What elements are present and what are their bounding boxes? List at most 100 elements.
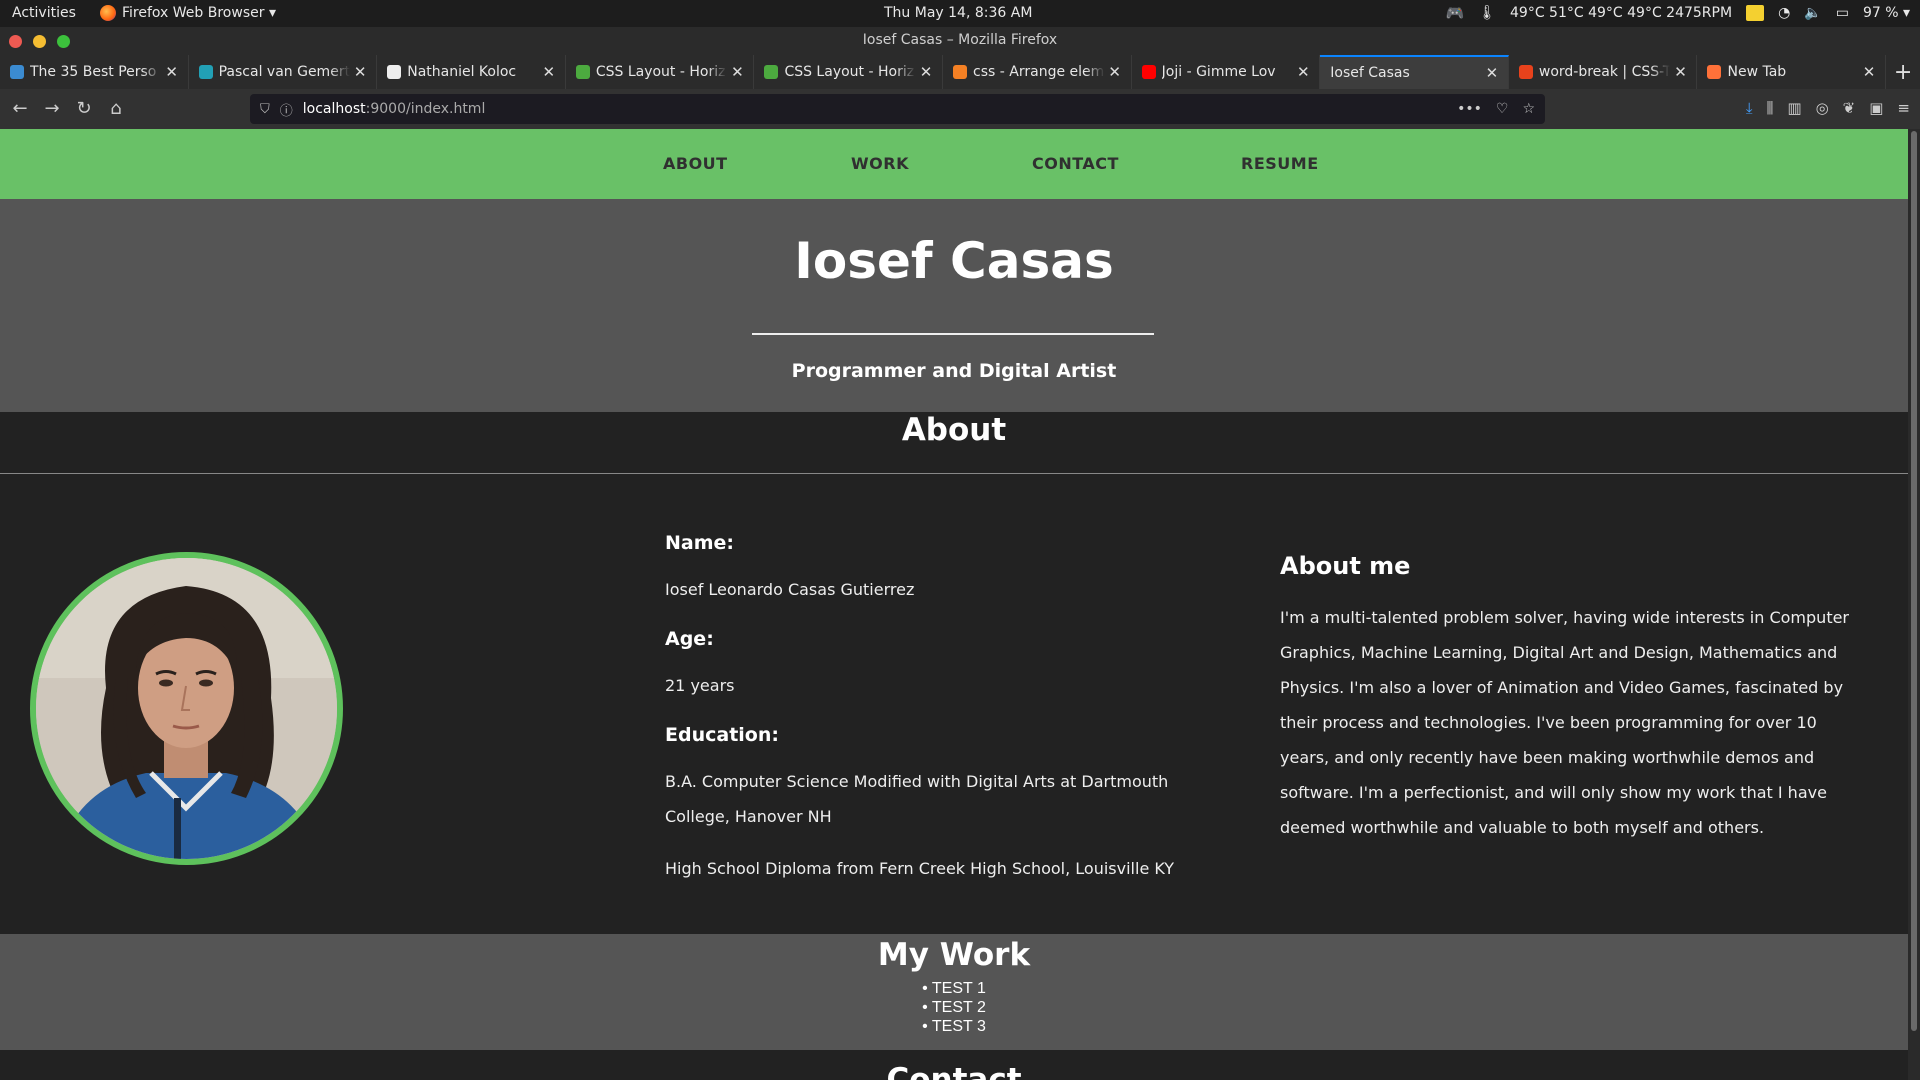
- account-icon[interactable]: ◎: [1816, 99, 1829, 117]
- window-titlebar: Iosef Casas – Mozilla Firefox: [0, 27, 1920, 55]
- browser-tab[interactable]: Nathaniel Koloc ✕: [377, 55, 566, 89]
- app-menu-label: Firefox Web Browser ▾: [122, 5, 276, 21]
- tab-label: CSS Layout - Horiz: [784, 64, 915, 80]
- about-section: About Name: Iosef Leonardo Casas Gutierr…: [0, 412, 1908, 934]
- bookmark-star-icon[interactable]: ☆: [1522, 101, 1535, 117]
- tab-label: Iosef Casas: [1330, 65, 1410, 81]
- profile-photo: [30, 552, 343, 865]
- about-me-heading: About me: [1280, 552, 1411, 580]
- tab-close-icon[interactable]: ✕: [1859, 63, 1879, 81]
- browser-tab[interactable]: The 35 Best Perso ✕: [0, 55, 189, 89]
- tab-close-icon[interactable]: ✕: [727, 63, 747, 81]
- extension-2-icon[interactable]: ▣: [1869, 99, 1883, 117]
- activities-button[interactable]: Activities: [12, 5, 76, 21]
- nav-work-link[interactable]: WORK: [851, 154, 909, 173]
- pocket-icon[interactable]: ♡: [1496, 101, 1509, 117]
- hero-divider: [752, 333, 1154, 335]
- contact-heading: Contact: [886, 1062, 1022, 1080]
- hamburger-menu-icon[interactable]: ≡: [1897, 99, 1910, 117]
- nav-about-link[interactable]: ABOUT: [663, 154, 728, 173]
- page-viewport: ABOUT WORK CONTACT RESUME Iosef Casas Pr…: [0, 129, 1908, 1080]
- reload-icon[interactable]: ↻: [72, 97, 96, 121]
- browser-tab[interactable]: CSS Layout - Horiz ✕: [754, 55, 944, 89]
- browser-tab[interactable]: Iosef Casas ✕: [1320, 55, 1509, 89]
- hero-subtitle: Programmer and Digital Artist: [791, 360, 1117, 382]
- firefox-icon: [100, 5, 116, 21]
- downloads-icon[interactable]: ⤓: [1746, 99, 1753, 117]
- tab-close-icon[interactable]: ✕: [539, 63, 559, 81]
- browser-tab[interactable]: Joji - Gimme Lov ✕: [1132, 55, 1321, 89]
- work-list: TEST 1 TEST 2 TEST 3: [0, 979, 1908, 1036]
- url-path: :9000/index.html: [365, 101, 486, 117]
- tab-close-icon[interactable]: ✕: [1293, 63, 1313, 81]
- sidebar-icon[interactable]: ▥: [1787, 99, 1801, 117]
- browser-tab[interactable]: New Tab ✕: [1697, 55, 1887, 89]
- url-host: localhost: [302, 101, 366, 117]
- browser-tab[interactable]: Pascal van Gemert ✕: [189, 55, 378, 89]
- browser-tab[interactable]: word-break | CSS-T ✕: [1509, 55, 1698, 89]
- nav-contact-link[interactable]: CONTACT: [1032, 154, 1119, 173]
- tab-favicon-icon: [387, 65, 402, 79]
- tab-label: Nathaniel Koloc: [407, 64, 517, 80]
- contact-section: Contact: [0, 1050, 1908, 1080]
- navigation-toolbar: ← → ↻ ⌂ ⛉ ⓘ localhost:9000/index.html ••…: [0, 89, 1920, 129]
- page-actions-icon[interactable]: •••: [1457, 101, 1482, 117]
- tab-favicon-icon: [1707, 65, 1722, 79]
- system-tray: 🎮 🌡 49°C 51°C 49°C 49°C 2475RPM ◔ 🔈 ▭ 97…: [1446, 4, 1910, 22]
- battery-level[interactable]: 97 % ▾: [1863, 5, 1910, 21]
- nav-resume-link[interactable]: RESUME: [1241, 154, 1319, 173]
- library-icon[interactable]: ⫼: [1766, 99, 1773, 117]
- battery-icon[interactable]: ▭: [1836, 5, 1849, 21]
- sensor-readout[interactable]: 49°C 51°C 49°C 49°C 2475RPM: [1510, 5, 1732, 21]
- tab-close-icon[interactable]: ✕: [162, 63, 182, 81]
- list-item: TEST 1: [0, 979, 1908, 998]
- new-tab-icon[interactable]: +: [1886, 55, 1920, 89]
- tab-close-icon[interactable]: ✕: [350, 63, 370, 81]
- tab-favicon-icon: [953, 65, 968, 79]
- browser-tab[interactable]: CSS Layout - Horiz ✕: [566, 55, 755, 89]
- name-label: Name:: [665, 532, 735, 554]
- list-item: TEST 2: [0, 998, 1908, 1017]
- education-label: Education:: [665, 724, 779, 746]
- age-label: Age:: [665, 628, 714, 650]
- tab-label: CSS Layout - Horiz: [595, 64, 726, 80]
- back-icon[interactable]: ←: [8, 97, 32, 121]
- wifi-icon[interactable]: ◔: [1778, 5, 1790, 21]
- volume-icon[interactable]: 🔈: [1804, 5, 1821, 21]
- url-bar[interactable]: ⛉ ⓘ localhost:9000/index.html ••• ♡ ☆: [250, 94, 1545, 124]
- about-heading: About: [901, 412, 1007, 448]
- work-section: My Work TEST 1 TEST 2 TEST 3: [0, 934, 1908, 1050]
- notes-icon[interactable]: [1746, 5, 1765, 21]
- system-top-bar: Activities Firefox Web Browser ▾ Thu May…: [0, 0, 1920, 27]
- home-icon[interactable]: ⌂: [104, 97, 128, 121]
- discord-icon[interactable]: 🎮: [1446, 4, 1465, 22]
- tab-favicon-icon: [10, 65, 24, 79]
- tab-label: Joji - Gimme Lov: [1161, 64, 1276, 80]
- extension-icon[interactable]: ❦: [1843, 99, 1856, 117]
- tab-close-icon[interactable]: ✕: [1670, 63, 1690, 81]
- education-item: High School Diploma from Fern Creek High…: [665, 859, 1175, 878]
- clock[interactable]: Thu May 14, 8:36 AM: [884, 5, 1032, 21]
- tab-close-icon[interactable]: ✕: [1105, 63, 1125, 81]
- about-me: About me I'm a multi-talented problem so…: [1280, 552, 1870, 845]
- tab-close-icon[interactable]: ✕: [1482, 64, 1502, 82]
- tracking-shield-icon[interactable]: ⛉: [260, 102, 270, 117]
- app-menu[interactable]: Firefox Web Browser ▾: [100, 5, 276, 21]
- tab-favicon-icon: [764, 65, 779, 79]
- url-text[interactable]: localhost:9000/index.html: [303, 101, 486, 117]
- browser-tab[interactable]: css - Arrange elem ✕: [943, 55, 1132, 89]
- page-scrollbar[interactable]: [1908, 129, 1920, 1080]
- age-value: 21 years: [665, 676, 735, 695]
- work-heading: My Work: [877, 937, 1031, 973]
- forward-icon[interactable]: →: [40, 97, 64, 121]
- portrait-illustration: [36, 558, 337, 859]
- site-info-icon[interactable]: ⓘ: [280, 100, 293, 119]
- tab-favicon-icon: [198, 65, 213, 79]
- list-item: TEST 3: [0, 1017, 1908, 1036]
- education-item: B.A. Computer Science Modified with Digi…: [665, 772, 1169, 826]
- name-value: Iosef Leonardo Casas Gutierrez: [665, 580, 915, 599]
- about-divider: [0, 473, 1908, 474]
- tab-close-icon[interactable]: ✕: [916, 63, 936, 81]
- about-me-text: I'm a multi-talented problem solver, hav…: [1280, 608, 1850, 837]
- scrollbar-thumb[interactable]: [1911, 131, 1917, 1031]
